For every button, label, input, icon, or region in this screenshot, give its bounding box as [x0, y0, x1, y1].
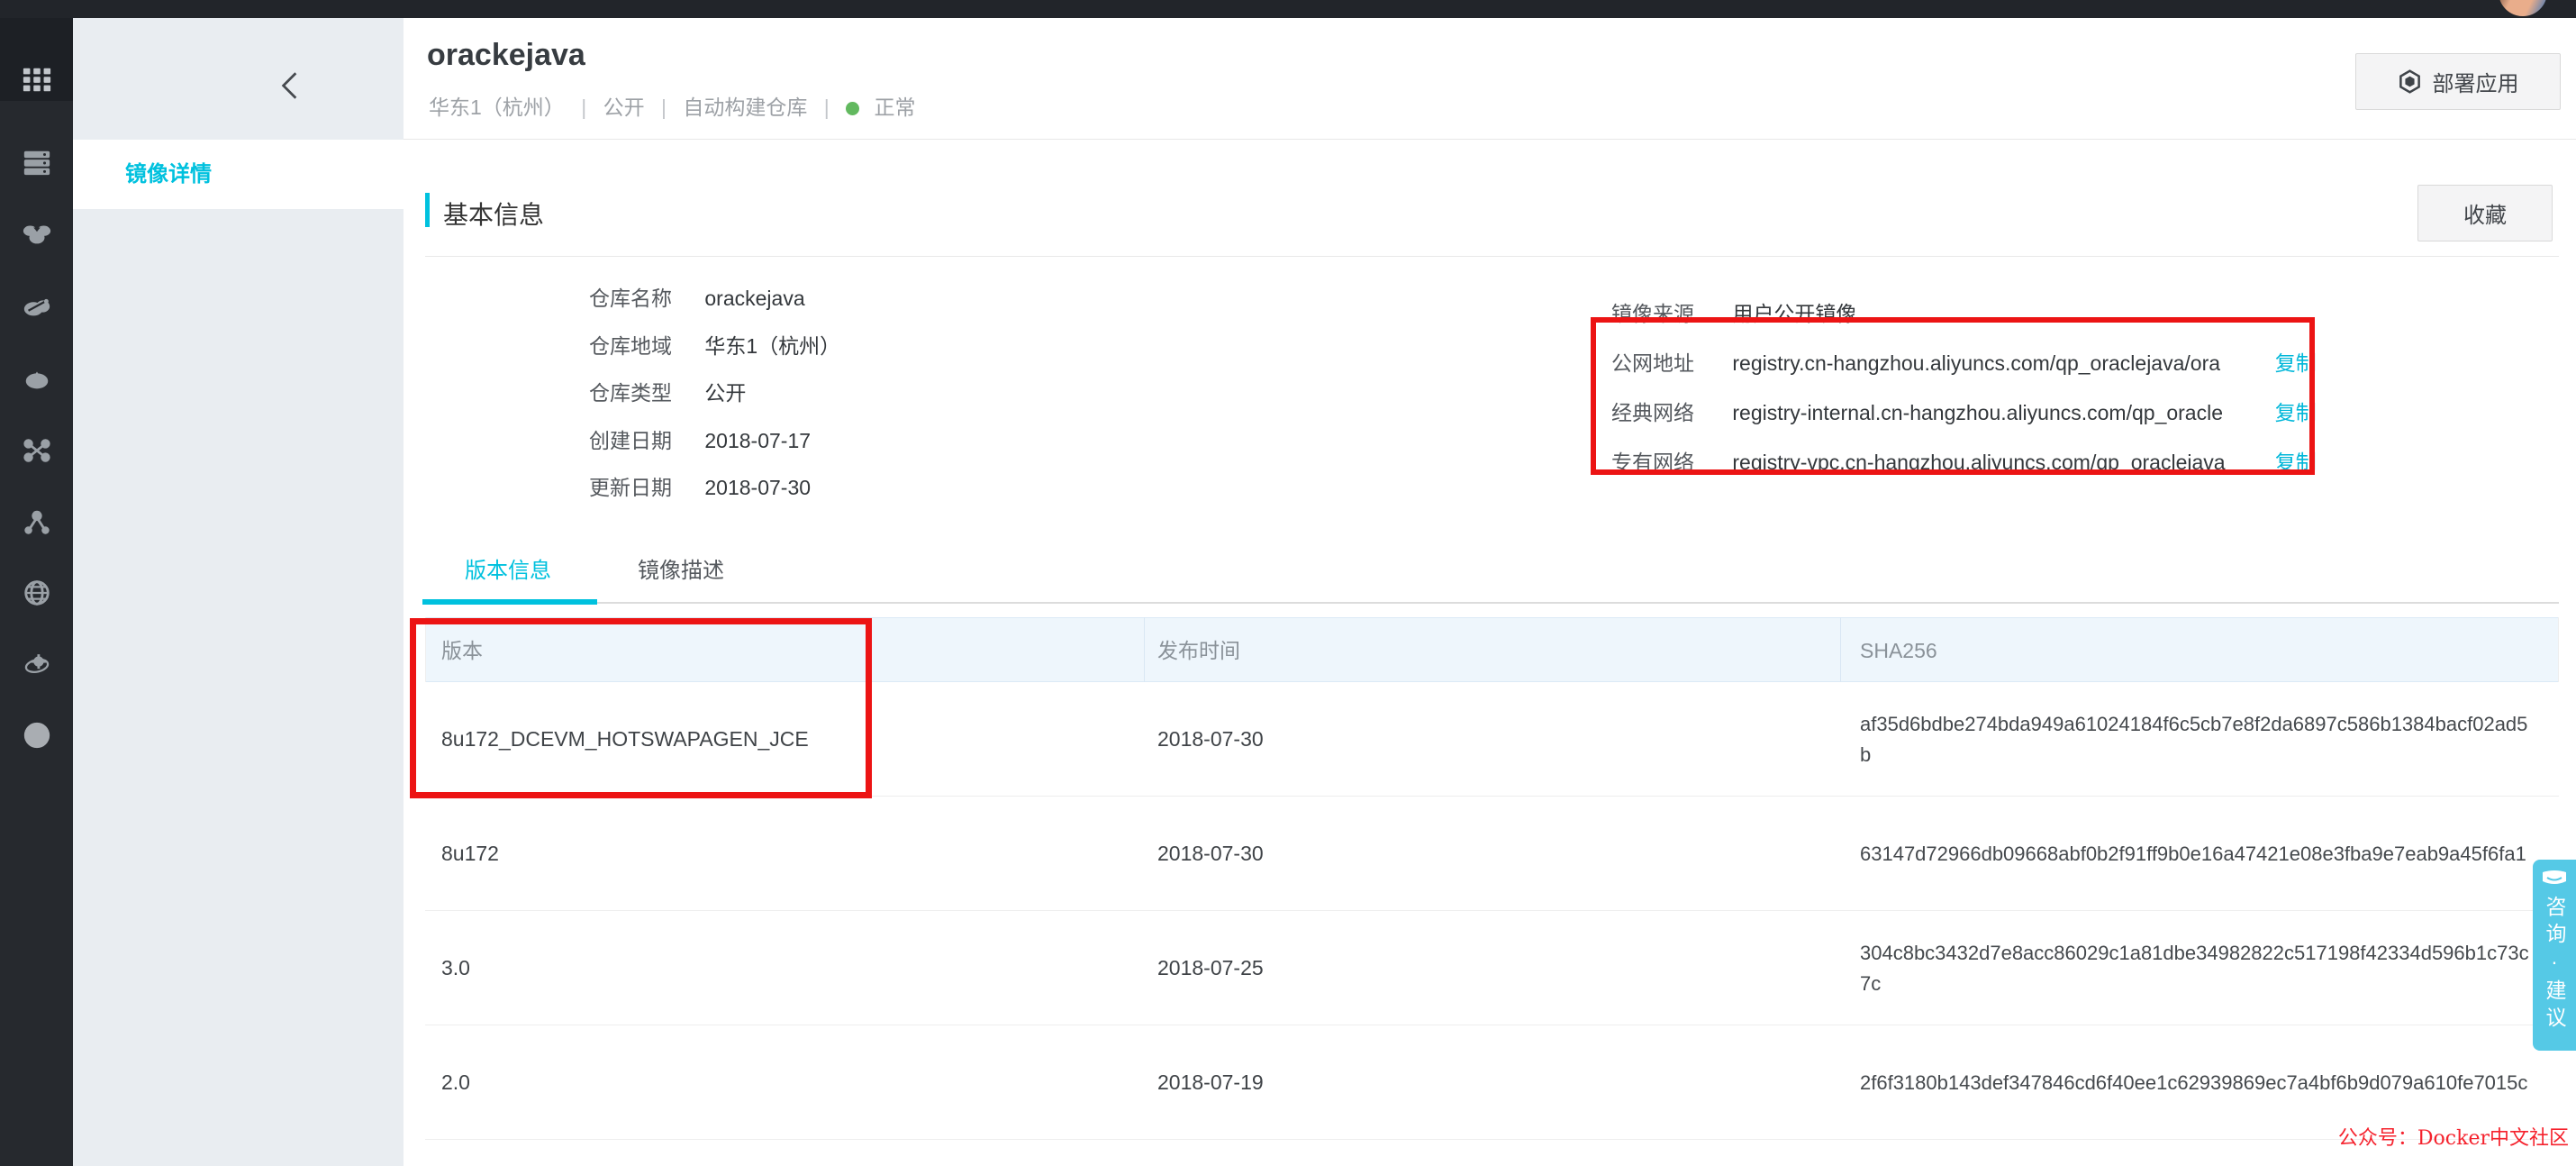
main-content: orackejava 华东1（杭州） | 公开 | 自动构建仓库 | 正常 部署…	[404, 18, 2576, 1166]
divider	[425, 256, 2559, 257]
cell-publish-time: 2018-07-30	[1157, 727, 1264, 751]
field-label: 专有网络	[1611, 451, 1694, 474]
separator: |	[660, 96, 667, 119]
page-header: orackejava 华东1（杭州） | 公开 | 自动构建仓库 | 正常 部署…	[404, 18, 2576, 140]
back-header	[73, 18, 404, 140]
cell-version: 8u172_DCEVM_HOTSWAPAGEN_JCE	[441, 727, 809, 751]
cell-version: 8u172	[441, 842, 499, 865]
globe-icon[interactable]	[20, 576, 53, 609]
field-label: 公网地址	[1611, 351, 1694, 375]
field-label: 创建日期	[589, 429, 672, 452]
tab-image-description[interactable]: 镜像描述	[638, 552, 724, 584]
field-label: 更新日期	[589, 476, 672, 499]
watermark-text: 公众号：Docker中文社区	[2337, 1127, 2569, 1150]
field-public-address: 公网地址 registry.cn-hangzhou.aliyuncs.com/q…	[1611, 349, 2317, 378]
section-accent-bar	[425, 193, 430, 227]
registry-address: registry-vpc.cn-hangzhou.aliyuncs.com/qp…	[1732, 451, 2226, 474]
server-stack-icon[interactable]	[20, 145, 53, 178]
cell-sha256: 304c8bc3432d7e8acc86029c1a81dbe34982822c…	[1860, 941, 2529, 995]
cloud-gear-icon[interactable]	[20, 647, 53, 680]
cell-sha256: 63147d72966db09668abf0b2f91ff9b0e16a4742…	[1860, 842, 2526, 865]
status-label: 正常	[874, 96, 916, 119]
deploy-app-label: 部署应用	[2432, 72, 2519, 96]
field-created-date: 创建日期 2018-07-17	[589, 426, 811, 455]
field-value: 用户公开镜像	[1732, 302, 1857, 325]
feedback-label: 咨询·建议	[2543, 896, 2566, 1034]
field-value: orackejava	[704, 287, 805, 310]
sidebar-item-image-detail[interactable]: 镜像详情	[73, 140, 404, 209]
column-divider	[1840, 617, 1841, 682]
back-arrow-icon[interactable]	[273, 68, 307, 103]
field-label: 仓库名称	[589, 287, 672, 310]
hexagon-deploy-icon	[2399, 69, 2420, 94]
molecule-icon[interactable]	[20, 506, 53, 539]
copy-link[interactable]: 复制	[2275, 351, 2317, 375]
field-repo-name: 仓库名称 orackejava	[589, 284, 805, 313]
circle-icon[interactable]	[20, 718, 53, 752]
field-value: 公开	[704, 381, 747, 405]
column-header-version: 版本	[441, 639, 483, 662]
table-row[interactable]: 3.0 2018-07-25 304c8bc3432d7e8acc86029c1…	[425, 911, 2559, 1025]
column-divider	[1144, 617, 1145, 682]
field-vpc-network: 专有网络 registry-vpc.cn-hangzhou.aliyuncs.c…	[1611, 448, 2317, 477]
feedback-widget[interactable]: 咨询·建议	[2533, 860, 2576, 1051]
cloud-upload-icon[interactable]	[20, 361, 53, 395]
field-repo-type: 仓库类型 公开	[589, 378, 746, 407]
field-label: 经典网络	[1611, 401, 1694, 424]
cloud-link-icon[interactable]	[20, 289, 53, 323]
copy-link[interactable]: 复制	[2275, 451, 2317, 474]
field-value: 2018-07-17	[704, 429, 812, 452]
tab-baseline	[422, 602, 2559, 604]
table-row[interactable]: 8u172_DCEVM_HOTSWAPAGEN_JCE 2018-07-30 a…	[425, 682, 2559, 797]
copy-link[interactable]: 复制	[2275, 401, 2317, 424]
field-value: 2018-07-30	[704, 476, 812, 499]
visibility-label: 公开	[603, 96, 645, 119]
registry-address: registry.cn-hangzhou.aliyuncs.com/qp_ora…	[1732, 351, 2221, 375]
container-cluster-icon[interactable]	[20, 217, 53, 251]
deploy-app-button[interactable]: 部署应用	[2355, 53, 2561, 110]
apps-grid-icon[interactable]	[20, 63, 53, 96]
cell-version: 3.0	[441, 956, 470, 979]
cell-publish-time: 2018-07-25	[1157, 956, 1264, 979]
field-label: 仓库地域	[589, 334, 672, 358]
secondary-panel: 镜像详情	[73, 18, 404, 1166]
active-tab-underline	[422, 599, 597, 605]
section-title: 基本信息	[443, 201, 545, 229]
build-type-label: 自动构建仓库	[683, 96, 808, 119]
separator: |	[823, 96, 830, 119]
cell-sha256: af35d6bdbe274bda949a61024184f6c5cb7e8f2d…	[1860, 712, 2528, 766]
favorite-button[interactable]: 收藏	[2417, 185, 2553, 241]
cell-publish-time: 2018-07-30	[1157, 842, 1264, 865]
page-title: orackejava	[427, 38, 585, 72]
tab-version-info[interactable]: 版本信息	[465, 552, 551, 584]
field-repo-region: 仓库地域 华东1（杭州）	[589, 332, 840, 360]
product-sidebar	[0, 18, 73, 1166]
field-image-source: 镜像来源 用户公开镜像	[1611, 299, 1856, 328]
inbox-icon	[2543, 870, 2566, 884]
avatar[interactable]	[2499, 0, 2547, 16]
page-subtitle: 华东1（杭州） | 公开 | 自动构建仓库 | 正常	[429, 90, 915, 121]
field-value: 华东1（杭州）	[704, 334, 841, 358]
region-label: 华东1（杭州）	[429, 96, 565, 119]
version-table: 版本 发布时间 SHA256 8u172_DCEVM_HOTSWAPAGEN_J…	[425, 617, 2559, 1140]
table-row[interactable]: 8u172 2018-07-30 63147d72966db09668abf0b…	[425, 797, 2559, 911]
status-dot-icon	[846, 102, 860, 116]
field-label: 镜像来源	[1611, 302, 1694, 325]
field-updated-date: 更新日期 2018-07-30	[589, 473, 811, 502]
separator: |	[581, 96, 587, 119]
table-header-row: 版本 发布时间 SHA256	[425, 617, 2559, 682]
favorite-label: 收藏	[2463, 204, 2507, 228]
field-classic-network: 经典网络 registry-internal.cn-hangzhou.aliyu…	[1611, 398, 2317, 427]
field-label: 仓库类型	[589, 381, 672, 405]
top-app-bar	[0, 0, 2576, 18]
column-header-sha256: SHA256	[1860, 639, 1937, 662]
registry-address: registry-internal.cn-hangzhou.aliyuncs.c…	[1732, 401, 2224, 424]
node-connector-icon[interactable]	[20, 433, 53, 467]
column-header-publish-time: 发布时间	[1157, 639, 1240, 662]
